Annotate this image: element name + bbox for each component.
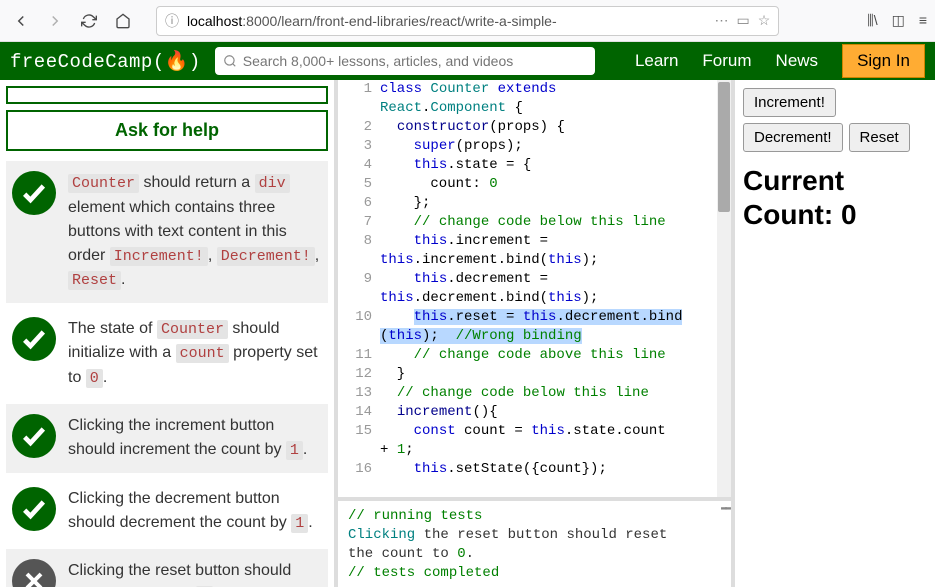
search-input[interactable] <box>243 53 587 69</box>
tests-panel: Ask for help Counter should return a div… <box>0 80 338 587</box>
test-text: Clicking the increment button should inc… <box>68 414 322 463</box>
editor-panel: 12345678910111213141516 class Counter ex… <box>338 80 735 587</box>
increment-button[interactable]: Increment! <box>743 88 836 117</box>
console-output: ▬▬ // running testsClicking the reset bu… <box>338 497 731 587</box>
url-overflow-icon: ⋯ <box>714 12 728 29</box>
test-text: The state of Counter should initialize w… <box>68 317 322 391</box>
editor-scrollbar[interactable] <box>717 80 731 497</box>
back-button[interactable] <box>8 8 34 34</box>
counter-display: Current Count: 0 <box>743 164 927 231</box>
menu-icon[interactable]: ≡ <box>919 12 927 29</box>
reader-icon[interactable]: ▭ <box>736 12 749 29</box>
main-layout: Ask for help Counter should return a div… <box>0 80 935 587</box>
info-icon: ⓘ <box>165 11 179 31</box>
test-row: The state of Counter should initialize w… <box>6 307 328 401</box>
test-text: Clicking the reset button should reset t… <box>68 559 322 587</box>
reset-button[interactable]: Reset <box>849 123 910 152</box>
nav-forum[interactable]: Forum <box>702 51 751 71</box>
decrement-button[interactable]: Decrement! <box>743 123 843 152</box>
url-bar[interactable]: ⓘ localhost:8000/learn/front-end-librari… <box>156 6 779 36</box>
home-button[interactable] <box>110 8 136 34</box>
preview-panel: Increment! Decrement!Reset Current Count:… <box>735 80 935 587</box>
fail-icon <box>12 559 56 587</box>
signin-button[interactable]: Sign In <box>842 44 925 78</box>
url-text: localhost:8000/learn/front-end-libraries… <box>187 13 706 29</box>
site-header: freeCodeCamp(🔥) Learn Forum News Sign In <box>0 42 935 80</box>
pass-icon <box>12 317 56 361</box>
test-row: Clicking the increment button should inc… <box>6 404 328 473</box>
search-box[interactable] <box>215 47 595 75</box>
bookmark-icon[interactable]: ☆ <box>758 12 771 29</box>
code-editor[interactable]: 12345678910111213141516 class Counter ex… <box>338 80 731 497</box>
search-icon <box>223 54 237 68</box>
test-text: Clicking the decrement button should dec… <box>68 487 322 536</box>
test-row: Counter should return a div element whic… <box>6 161 328 303</box>
pass-icon <box>12 487 56 531</box>
sidebar-icon[interactable]: ◫ <box>892 12 905 29</box>
drag-handle-icon[interactable]: ▬▬ <box>721 499 729 518</box>
ask-help-button[interactable]: Ask for help <box>6 110 328 151</box>
test-row: Clicking the decrement button should dec… <box>6 477 328 546</box>
run-button-edge[interactable] <box>6 86 328 104</box>
browser-toolbar: ⓘ localhost:8000/learn/front-end-librari… <box>0 0 935 42</box>
nav-learn[interactable]: Learn <box>635 51 678 71</box>
library-icon[interactable]: ⫼\ <box>867 12 877 29</box>
nav-news[interactable]: News <box>776 51 819 71</box>
test-row: Clicking the reset button should reset t… <box>6 549 328 587</box>
forward-button[interactable] <box>42 8 68 34</box>
pass-icon <box>12 171 56 215</box>
test-text: Counter should return a div element whic… <box>68 171 322 293</box>
reload-button[interactable] <box>76 8 102 34</box>
logo[interactable]: freeCodeCamp(🔥) <box>10 49 201 73</box>
pass-icon <box>12 414 56 458</box>
